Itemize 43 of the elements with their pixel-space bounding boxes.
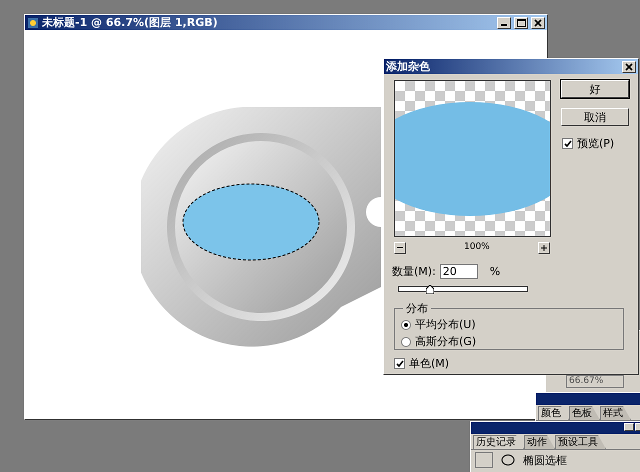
zoom-field[interactable]: 66.67% bbox=[566, 375, 624, 388]
panel-tab[interactable]: 颜色 bbox=[538, 406, 569, 420]
checkbox-label: 预览(P) bbox=[577, 136, 614, 151]
maximize-icon bbox=[516, 18, 526, 26]
amount-slider[interactable] bbox=[398, 286, 528, 292]
window-title: 未标题-1 @ 66.7%(图层 1,RGB) bbox=[42, 15, 219, 30]
maximize-button[interactable] bbox=[514, 16, 528, 28]
unit-label: % bbox=[490, 265, 500, 278]
cancel-button[interactable]: 取消 bbox=[561, 108, 629, 126]
zoom-in-button[interactable] bbox=[538, 242, 550, 254]
minimize-icon bbox=[501, 24, 507, 26]
close-icon bbox=[625, 62, 633, 70]
ellipse-icon bbox=[501, 454, 515, 466]
app-icon bbox=[27, 16, 39, 28]
checkbox[interactable] bbox=[562, 138, 573, 149]
panel-tab[interactable]: 样式 bbox=[600, 406, 631, 420]
close-button[interactable] bbox=[622, 60, 636, 72]
panel-tab[interactable]: 预设工具 bbox=[555, 435, 606, 449]
snapshot-box[interactable] bbox=[475, 452, 493, 468]
zoom-level: 100% bbox=[464, 242, 490, 252]
radio-label: 高斯分布(G) bbox=[415, 334, 476, 349]
group-title: 分布 bbox=[403, 301, 431, 316]
panel-tab[interactable]: 色板 bbox=[569, 406, 600, 420]
plus-icon bbox=[541, 245, 547, 251]
slider-thumb[interactable] bbox=[426, 285, 434, 294]
close-button[interactable] bbox=[531, 16, 545, 28]
close-icon bbox=[534, 18, 542, 26]
amount-field[interactable]: 20 bbox=[440, 264, 478, 279]
amount-label: 数量(M): bbox=[392, 264, 436, 279]
dialog-title: 添加杂色 bbox=[386, 59, 431, 74]
minus-icon bbox=[397, 247, 403, 249]
minimize-button[interactable] bbox=[497, 16, 511, 28]
ok-button[interactable]: 好 bbox=[561, 80, 629, 98]
radio-label: 平均分布(U) bbox=[415, 317, 476, 332]
radio-button[interactable] bbox=[401, 336, 411, 346]
panel-tab[interactable]: 历史记录 bbox=[473, 435, 524, 449]
panel-tab[interactable]: 动作 bbox=[524, 435, 555, 449]
history-item[interactable]: 椭圆选框 bbox=[523, 452, 567, 468]
checkbox[interactable] bbox=[394, 358, 405, 369]
minimize-button[interactable] bbox=[624, 423, 634, 431]
checkbox-label: 单色(M) bbox=[409, 356, 450, 371]
radio-button[interactable] bbox=[401, 320, 411, 330]
zoom-out-button[interactable] bbox=[394, 242, 406, 254]
